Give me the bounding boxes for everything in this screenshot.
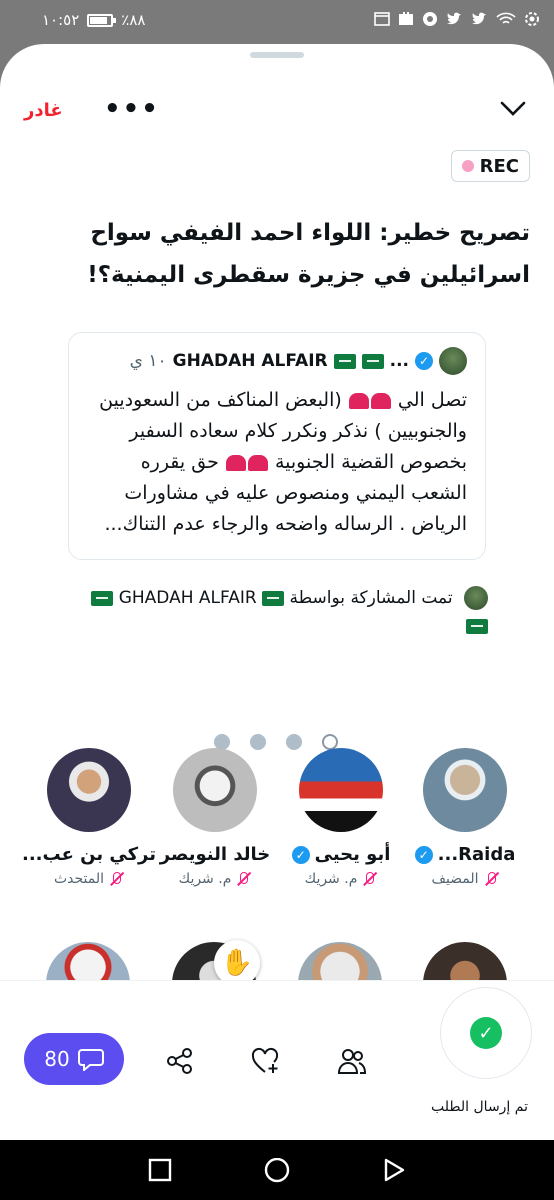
verified-badge-icon: ✓ — [415, 352, 433, 370]
tweet-text-part-1: تصل الي — [397, 389, 467, 411]
saudi-flag-icon — [361, 353, 384, 369]
tweet-header: ✓ ... GHADAH ALFAIR ١٠ ي — [87, 347, 467, 375]
speaker-name: خالد النويصر — [159, 844, 271, 865]
verified-badge-icon: ✓ — [414, 845, 433, 864]
battery-icon — [87, 13, 117, 27]
speaker-cohost-1[interactable]: أبو يحيى ✓ م. شريك — [278, 748, 404, 887]
shared-by-name: GHADAH ALFAIR — [118, 588, 257, 608]
speaker-host[interactable]: Raida... ✓ المضيف — [402, 748, 528, 887]
people-button[interactable] — [332, 1041, 372, 1081]
siren-icon — [370, 392, 391, 409]
collapse-chevron-icon[interactable] — [500, 100, 526, 118]
share-button[interactable] — [160, 1041, 200, 1081]
battery-percent: ٪٨٨ — [121, 11, 146, 29]
speaker-name-row: أبو يحيى ✓ — [278, 844, 404, 865]
settings-icon — [525, 12, 539, 26]
avatar — [423, 748, 507, 832]
mic-muted-icon — [235, 871, 251, 887]
mic-muted-icon — [108, 871, 124, 887]
saudi-flag-icon — [91, 590, 114, 606]
request-to-speak-button[interactable]: ✓ — [440, 987, 532, 1079]
verified-badge-icon: ✓ — [291, 845, 310, 864]
speaker-role: المضيف — [431, 871, 479, 887]
speaker-role-row: المضيف — [402, 871, 528, 887]
twitter-icon — [447, 12, 461, 25]
space-title: تصريح خطير: اللواء احمد الفيفي سواح اسرا… — [87, 220, 530, 288]
speaker-role-row: المتحدث — [26, 871, 152, 887]
twitter-icon-2 — [472, 12, 486, 25]
siren-icon — [348, 392, 369, 409]
recording-label: REC — [479, 155, 519, 177]
check-icon: ✓ — [470, 1017, 502, 1049]
speaker-role-row: م. شريك — [152, 871, 278, 887]
speaker-name-row: تركي بن عب... — [22, 844, 156, 865]
chrome-icon — [423, 12, 437, 26]
leave-button[interactable]: غادر — [24, 100, 63, 121]
shared-by: تمت المشاركة بواسطة GHADAH ALFAIR — [80, 584, 488, 640]
avatar — [299, 748, 383, 832]
speaker-cohost-2[interactable]: خالد النويصر م. شريك — [152, 748, 278, 887]
avatar — [47, 748, 131, 832]
speaker-role-row: م. شريك — [278, 871, 404, 887]
comment-bubble-icon — [77, 1049, 104, 1071]
speaker-name: أبو يحيى — [314, 844, 391, 865]
window-icon — [374, 12, 390, 26]
recording-dot-icon — [461, 160, 474, 172]
tweet-ellipsis: ... — [389, 351, 409, 371]
bottom-action-bar: ✓ تم إرسال الطلب 80 — [0, 980, 554, 1140]
siren-icon — [225, 454, 246, 471]
pinned-tweet-card[interactable]: ✓ ... GHADAH ALFAIR ١٠ ي تصل الي (البعض … — [68, 332, 486, 560]
clock: ١٠:٥٢ — [42, 11, 80, 29]
mic-muted-icon — [361, 871, 377, 887]
tweet-author-avatar — [439, 347, 467, 375]
saudi-flag-icon — [333, 353, 356, 369]
tweet-author-name: GHADAH ALFAIR — [172, 351, 328, 371]
status-left: ١٠:٥٢ ٪٨٨ — [42, 11, 145, 29]
siren-icon — [247, 454, 268, 471]
request-status-label: تم إرسال الطلب — [431, 1099, 528, 1115]
heart-plus-icon — [251, 1047, 279, 1073]
sheet-grabber[interactable] — [250, 52, 304, 58]
recents-icon[interactable] — [148, 1158, 172, 1182]
tweet-time: ١٠ ي — [129, 351, 167, 371]
space-topbar: غادر ••• — [0, 90, 554, 134]
more-options-button[interactable]: ••• — [104, 94, 160, 124]
speaker-name: تركي بن عب... — [22, 844, 156, 865]
speaker-role: المتحدث — [53, 871, 105, 887]
sharer-avatar — [464, 586, 488, 610]
speaker-name-row: Raida... ✓ — [402, 844, 528, 865]
saudi-flag-icon — [262, 590, 285, 606]
share-icon — [167, 1048, 192, 1074]
status-icons — [374, 11, 540, 27]
recording-badge: REC — [450, 150, 530, 182]
tweet-body: تصل الي (البعض المناكف من السعوديين والج… — [87, 385, 467, 540]
comments-button[interactable]: 80 — [24, 1033, 124, 1085]
comment-count: 80 — [44, 1047, 70, 1071]
wifi-icon — [496, 12, 516, 24]
speaker-name-row: خالد النويصر — [152, 844, 278, 865]
status-bar: ١٠:٥٢ ٪٨٨ — [0, 0, 554, 40]
home-icon[interactable] — [263, 1158, 291, 1186]
system-nav-bar — [0, 1140, 554, 1200]
speaker-role: م. شريك — [304, 871, 358, 887]
react-button[interactable] — [246, 1041, 286, 1081]
people-icon — [337, 1049, 367, 1074]
speaker-speaker[interactable]: تركي بن عب... المتحدث — [22, 748, 156, 887]
saudi-flag-icon — [466, 618, 488, 634]
speaker-name: Raida... — [437, 844, 516, 865]
avatar — [173, 748, 257, 832]
space-sheet: غادر ••• REC تصريح خطير: اللواء احمد الف… — [0, 44, 554, 1140]
calendar-icon — [399, 12, 413, 25]
back-icon[interactable] — [382, 1158, 406, 1182]
mic-muted-icon — [483, 871, 499, 887]
speaker-role: م. شريك — [178, 871, 232, 887]
shared-by-prefix: تمت المشاركة بواسطة — [289, 588, 453, 608]
